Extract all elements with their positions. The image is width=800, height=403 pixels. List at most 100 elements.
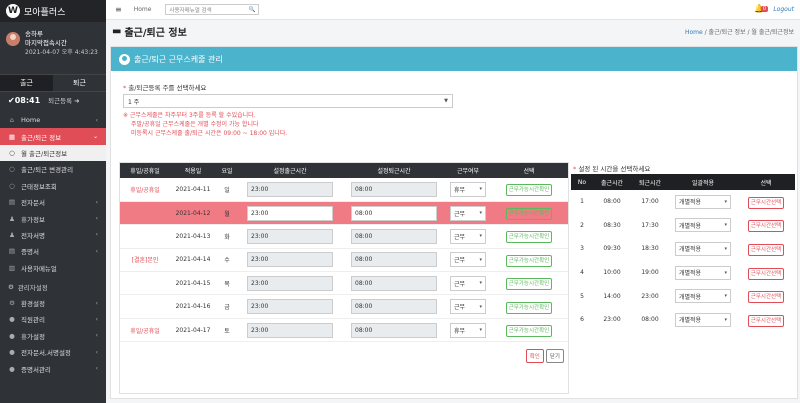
check-out-input[interactable]: 08:00 — [351, 322, 437, 338]
confirm-button[interactable]: 확인 — [525, 349, 544, 363]
circle-icon: ○ — [9, 181, 15, 190]
sidebar-item-change-mgmt[interactable]: ○ 출근/퇴근 변경관리 — [0, 161, 106, 177]
chevron-left-icon: ‹ — [95, 348, 98, 356]
work-status-select[interactable]: 근무 ▾ — [450, 228, 486, 244]
sidebar-item-edoc[interactable]: ▤ 전자문서 ‹ — [0, 194, 106, 210]
sidebar-item-staff[interactable]: ● 직원관리 ‹ — [0, 311, 106, 327]
work-status-select[interactable]: 근무 ▾ — [450, 205, 486, 221]
topbar-home-link[interactable]: Home — [134, 6, 152, 13]
circle-icon: ● — [9, 348, 15, 357]
sidebar-item-week-commute[interactable]: ○ 월 출근/퇴근정보 — [0, 144, 106, 162]
sidebar: W 모아플러스 송하루 마지막접속시간 2021-04-07 오후 4:43:2… — [0, 0, 106, 403]
no-cell: 2 — [580, 221, 584, 229]
sidebar-item-manual[interactable]: ▥ 사용자메뉴얼 — [0, 260, 106, 276]
attendance-status: ✔08:41 퇴근등록 ➜ — [0, 92, 106, 108]
circle-icon: ○ — [9, 165, 15, 174]
check-out-input[interactable]: 08:00 — [351, 205, 437, 221]
circle-icon: ● — [9, 364, 15, 373]
check-out-input[interactable]: 08:00 — [351, 181, 437, 197]
check-in-input[interactable]: 23:00 — [247, 181, 333, 197]
sidebar-item-cert-mgmt[interactable]: ● 증명서관리 ‹ — [0, 360, 106, 376]
apply-select[interactable]: 개별적용 ▾ — [675, 194, 731, 209]
chevron-left-icon: ‹ — [95, 116, 98, 124]
apply-select[interactable]: 개별적용 ▾ — [675, 265, 731, 280]
calendar-icon: ▦ — [8, 132, 16, 141]
chevron-down-icon: ▾ — [724, 198, 727, 205]
app-name[interactable]: 모아플러스 — [24, 5, 65, 18]
table-row: 3 09:30 18:30 개별적용 ▾ 근무시간선택 — [571, 237, 795, 261]
tab-check-out[interactable]: 퇴근 — [53, 75, 106, 91]
check-time-button[interactable]: 근무가능시간확인 — [505, 301, 553, 314]
col-header: 근무여부 — [446, 163, 490, 178]
check-time-button[interactable]: 근무가능시간확인 — [505, 208, 553, 221]
sidebar-item-work-info[interactable]: ○ 근태정보조회 — [0, 178, 106, 194]
select-time-button[interactable]: 근무시간선택 — [747, 243, 785, 256]
check-out-input[interactable]: 08:00 — [351, 299, 437, 315]
chevron-down-icon: ▾ — [479, 210, 482, 217]
apply-select[interactable]: 개별적용 ▾ — [675, 218, 731, 233]
apply-select[interactable]: 개별적용 ▾ — [675, 289, 731, 304]
sidebar-item-commute[interactable]: ▦ 출근/퇴근 정보 ⌄ — [0, 128, 106, 145]
last-login-time: 2021-04-07 오후 4:43:23 — [25, 49, 98, 56]
search-input[interactable]: 사용자메뉴얼 검색 🔍 — [165, 4, 260, 15]
select-time-button[interactable]: 근무시간선택 — [747, 291, 785, 304]
check-time-button[interactable]: 근무가능시간확인 — [505, 325, 553, 338]
select-time-button[interactable]: 근무시간선택 — [747, 196, 785, 209]
sidebar-item-vac-setting[interactable]: ● 휴가설정 ‹ — [0, 328, 106, 344]
holiday-cell: [결혼]본인 — [120, 248, 170, 273]
table-row: 2021-04-16 금 23:00 08:00 근무 ▾ 근무가능시간확인 — [120, 294, 568, 319]
search-icon[interactable]: 🔍 — [249, 7, 256, 13]
sidebar-item-env[interactable]: ⚙ 환경설정 ‹ — [0, 295, 106, 311]
apply-select[interactable]: 개별적용 ▾ — [675, 241, 731, 256]
circle-icon: ● — [9, 331, 15, 340]
chevron-down-icon: ▾ — [479, 280, 482, 287]
check-in-input[interactable]: 23:00 — [247, 228, 333, 244]
in-cell: 23:00 — [603, 316, 621, 324]
last-login-label: 마지막접속시간 — [25, 39, 67, 47]
check-time-button[interactable]: 근무가능시간확인 — [505, 254, 553, 267]
check-out-input[interactable]: 08:00 — [351, 228, 437, 244]
select-time-button[interactable]: 근무시간선택 — [747, 314, 785, 327]
work-status-select[interactable]: 휴무 ▾ — [450, 322, 486, 338]
holiday-cell: 휴일/공휴일 — [120, 178, 170, 202]
breadcrumb-home[interactable]: Home — [685, 29, 703, 36]
work-status-select[interactable]: 휴무 ▾ — [450, 181, 486, 197]
sidebar-item-edoc-sign-setting[interactable]: ● 전자문서,서명설정 ‹ — [0, 344, 106, 360]
chevron-left-icon: ‹ — [95, 247, 98, 255]
check-in-input[interactable]: 23:00 — [247, 205, 333, 221]
check-in-input[interactable]: 23:00 — [247, 299, 333, 315]
sidebar-item-vacation[interactable]: ♟ 휴가정보 ‹ — [0, 210, 106, 226]
chevron-down-icon: ▾ — [724, 269, 727, 276]
check-in-input[interactable]: 23:00 — [247, 252, 333, 268]
work-status-select[interactable]: 근무 ▾ — [450, 299, 486, 315]
holiday-cell — [120, 294, 170, 319]
apply-select[interactable]: 개별적용 ▾ — [675, 312, 731, 327]
out-cell: 08:00 — [641, 316, 659, 324]
check-in-input[interactable]: 23:00 — [247, 322, 333, 338]
check-time-button[interactable]: 근무가능시간확인 — [505, 184, 553, 197]
table-row: 6 23:00 08:00 개별적용 ▾ 근무시간선택 — [571, 308, 795, 332]
table-row: 휴일/공휴일 2021-04-17 토 23:00 08:00 휴무 ▾ 근무가능… — [120, 318, 568, 343]
hamburger-icon[interactable]: ≡ — [115, 5, 122, 14]
check-time-button[interactable]: 근무가능시간확인 — [505, 231, 553, 244]
check-in-input[interactable]: 23:00 — [247, 275, 333, 291]
sidebar-item-certificate[interactable]: ▤ 증명서 ‹ — [0, 243, 106, 259]
select-time-button[interactable]: 근무시간선택 — [747, 267, 785, 280]
check-out-button[interactable]: 퇴근등록 ➜ — [48, 95, 79, 105]
breadcrumb-level1[interactable]: 출근/퇴근 정보 — [709, 29, 746, 36]
work-status-select[interactable]: 근무 ▾ — [450, 275, 486, 291]
sidebar-item-esign[interactable]: ♟ 전자서명 ‹ — [0, 227, 106, 243]
check-out-input[interactable]: 08:00 — [351, 275, 437, 291]
check-out-input[interactable]: 08:00 — [351, 252, 437, 268]
users-icon: ♟ — [9, 230, 15, 239]
chevron-down-icon: ▾ — [479, 327, 482, 334]
work-status-select[interactable]: 근무 ▾ — [450, 252, 486, 268]
close-button[interactable]: 닫기 — [545, 349, 564, 363]
tab-check-in[interactable]: 출근 — [0, 75, 53, 91]
check-time-button[interactable]: 근무가능시간확인 — [505, 278, 553, 291]
logout-link[interactable]: Logout — [773, 6, 794, 13]
week-select[interactable]: 1 주 ▼ — [123, 94, 453, 108]
sidebar-item-home[interactable]: ⌂ Home ‹ — [0, 112, 106, 128]
select-time-button[interactable]: 근무시간선택 — [747, 220, 785, 233]
holiday-cell: 휴일/공휴일 — [120, 318, 170, 343]
